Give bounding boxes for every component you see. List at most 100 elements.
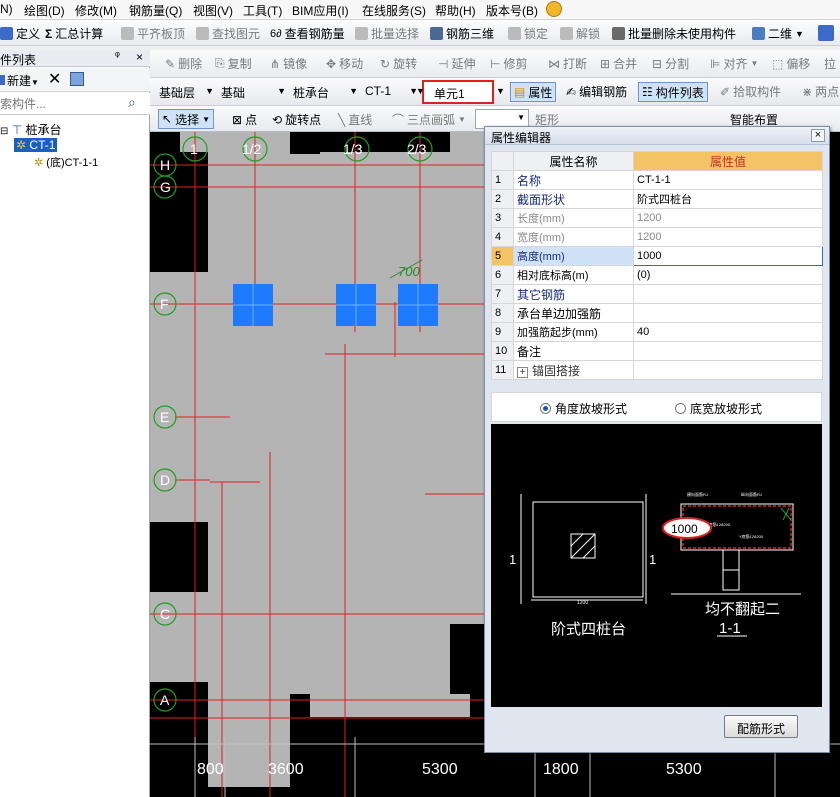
value-cell[interactable]: (0)	[633, 265, 823, 285]
line-button[interactable]: ╲ 直线	[338, 111, 372, 128]
tree-root[interactable]: ⊟ ⊤ 桩承台	[0, 121, 62, 138]
trim-button[interactable]: ⊢ 修剪	[490, 55, 527, 72]
find-element-button[interactable]: 查找图元	[196, 25, 260, 42]
delete-icon[interactable]: ✕	[48, 69, 61, 89]
sum-button[interactable]: Σ 汇总计算	[45, 25, 103, 42]
table-row[interactable]: 1 名称 CT-1-1	[491, 170, 823, 190]
value-cell[interactable]	[633, 303, 823, 323]
split-button[interactable]: ⊟ 分割	[652, 55, 689, 72]
rotate-button[interactable]: ↻ 旋转	[380, 55, 417, 72]
pick-component-button[interactable]: ✐ 拾取构件	[720, 83, 781, 100]
chevron-down-icon: ▼	[202, 114, 210, 124]
radio-angle-slope[interactable]: 角度放坡形式	[540, 400, 627, 417]
new-component-button[interactable]: 新建▼	[0, 72, 39, 89]
copy-button[interactable]: ⎘ 复制	[215, 55, 252, 72]
table-row[interactable]: 8 承台单边加强筋	[491, 303, 823, 323]
tree-item-ct-1[interactable]: ✲ CT-1	[14, 138, 58, 152]
value-cell[interactable]: CT-1-1	[633, 170, 823, 190]
menu-draw[interactable]: 绘图(D)	[24, 2, 65, 19]
menu-help[interactable]: 帮助(H)	[435, 2, 476, 19]
floor-dropdown[interactable]: 基础层 ▼	[156, 82, 216, 102]
table-row[interactable]: 2 截面形状 阶式四桩台	[491, 189, 823, 209]
unlock-button[interactable]: 解锁	[560, 25, 600, 42]
copy-icon[interactable]	[70, 72, 84, 86]
menu-version[interactable]: 版本号(B)	[486, 2, 538, 19]
helmet-icon[interactable]	[546, 1, 562, 17]
menu-tools[interactable]: 工具(T)	[243, 2, 282, 19]
batch-delete-button[interactable]: 批量删除未使用构件	[612, 25, 736, 42]
value-cell[interactable]: 阶式四桩台	[633, 189, 823, 209]
menu-online[interactable]: 在线服务(S)	[362, 2, 426, 19]
stretch-button[interactable]: 拉	[824, 55, 836, 72]
value-cell[interactable]	[633, 360, 823, 380]
cube-button[interactable]	[818, 25, 834, 41]
component-list-button[interactable]: ☷ 构件列表	[638, 82, 708, 102]
editor-close-button[interactable]: ×	[811, 129, 825, 142]
move-button[interactable]: ✥ 移动	[326, 55, 363, 72]
table-row[interactable]: 9 加强筋起步(mm) 40	[491, 322, 823, 342]
delete-button[interactable]: ✎ 删除	[165, 55, 202, 72]
table-row[interactable]: 7 其它钢筋	[491, 284, 823, 304]
expand-icon[interactable]: +	[517, 366, 528, 378]
panel-close-icon[interactable]: ×	[136, 50, 143, 64]
menu-modify[interactable]: 修改(M)	[75, 2, 117, 19]
line-icon: ╲	[338, 112, 346, 127]
value-cell[interactable]: 1200	[633, 208, 823, 228]
pin-icon[interactable]: ᵠ	[115, 50, 120, 62]
type-dropdown[interactable]: 桩承台 ▼	[290, 82, 360, 102]
select-button[interactable]: ↖ 选择 ▼	[158, 109, 214, 129]
rebar-3d-button[interactable]: 钢筋三维	[430, 25, 494, 42]
menu-bim[interactable]: BIM应用(I)	[292, 2, 349, 19]
value-cell[interactable]	[633, 284, 823, 304]
table-row-selected[interactable]: 5 高度(mm) 1000	[491, 246, 823, 266]
property-button[interactable]: ▤ 属性	[510, 82, 557, 102]
radio-unchecked-icon	[675, 403, 686, 414]
batch-select-button[interactable]: 批量选择	[355, 25, 419, 42]
break-button[interactable]: ⋈ 打断	[548, 55, 587, 72]
define-icon	[0, 27, 13, 40]
define-button[interactable]: 定义	[0, 25, 40, 42]
extend-button[interactable]: ⊣ 延伸	[438, 55, 475, 72]
panel-title-bar: 件列表 ᵠ ×	[0, 50, 150, 67]
arc-button[interactable]: ⌒ 三点画弧 ▼	[392, 111, 466, 128]
chevron-down-icon: ▼	[31, 78, 39, 87]
value-cell[interactable]: 1200	[633, 227, 823, 247]
search-input[interactable]	[0, 95, 120, 113]
two-points-button[interactable]: ⋇ 两点	[802, 83, 839, 100]
category-dropdown[interactable]: 基础 ▼	[218, 82, 288, 102]
unit-dropdown[interactable]: 单元1 ▼	[416, 80, 494, 104]
axis-label-e: E	[160, 409, 169, 425]
mirror-button[interactable]: ⋔ 镜像	[270, 55, 307, 72]
radio-width-slope[interactable]: 底宽放坡形式	[675, 400, 762, 417]
flat-slab-button[interactable]: 平齐板顶	[121, 25, 185, 42]
menu-rebar-qty[interactable]: 钢筋量(Q)	[129, 2, 182, 19]
tree-item-ct-1-1[interactable]: ✲ (底)CT-1-1	[34, 154, 98, 170]
menu-draw-prev[interactable]: N)	[0, 2, 13, 16]
height-value-input[interactable]: 1000	[633, 246, 823, 266]
table-row[interactable]: 10 备注	[491, 341, 823, 361]
lock-button[interactable]: 锁定	[508, 25, 548, 42]
edit-rebar-button[interactable]: ✍ 编辑钢筋	[566, 83, 627, 100]
rotate-point-icon: ⟲	[272, 112, 283, 127]
table-row[interactable]: 6 相对底标高(m) (0)	[491, 265, 823, 285]
menu-view[interactable]: 视图(V)	[193, 2, 233, 19]
rebar-form-button[interactable]: 配筋形式	[724, 715, 798, 738]
value-cell[interactable]	[633, 341, 823, 361]
search-icon[interactable]: ⌕	[128, 94, 136, 111]
table-row[interactable]: 11 + 锚固搭接	[491, 360, 823, 380]
table-row[interactable]: 4 宽度(mm) 1200	[491, 227, 823, 247]
offset-button[interactable]: ⬚ 偏移	[772, 55, 810, 72]
rotate-point-button[interactable]: ⟲ 旋转点	[272, 111, 321, 128]
chevron-down-icon: ▼	[349, 86, 358, 96]
component-dropdown[interactable]: CT-1 ▼	[362, 82, 420, 102]
align-button[interactable]: ⊫ 对齐 ▼	[710, 55, 758, 72]
view-2d-dropdown[interactable]: 二维 ▼	[752, 25, 804, 42]
view-rebar-button[interactable]: 6∂ 查看钢筋量	[270, 25, 345, 42]
value-cell[interactable]: 40	[633, 322, 823, 342]
unit-chevron-icon[interactable]: ▼	[496, 86, 505, 96]
merge-button[interactable]: ⊞ 合并	[600, 55, 637, 72]
collapse-icon[interactable]: ⊟	[0, 126, 8, 137]
table-row[interactable]: 3 长度(mm) 1200	[491, 208, 823, 228]
point-button[interactable]: ⊠ 点	[232, 111, 257, 128]
component-list-panel: 件列表 ᵠ × 新建▼ ✕ ⌕ ⊟ ⊤ 桩承台 ✲ CT-1 ✲ (底)CT-1…	[0, 50, 150, 797]
